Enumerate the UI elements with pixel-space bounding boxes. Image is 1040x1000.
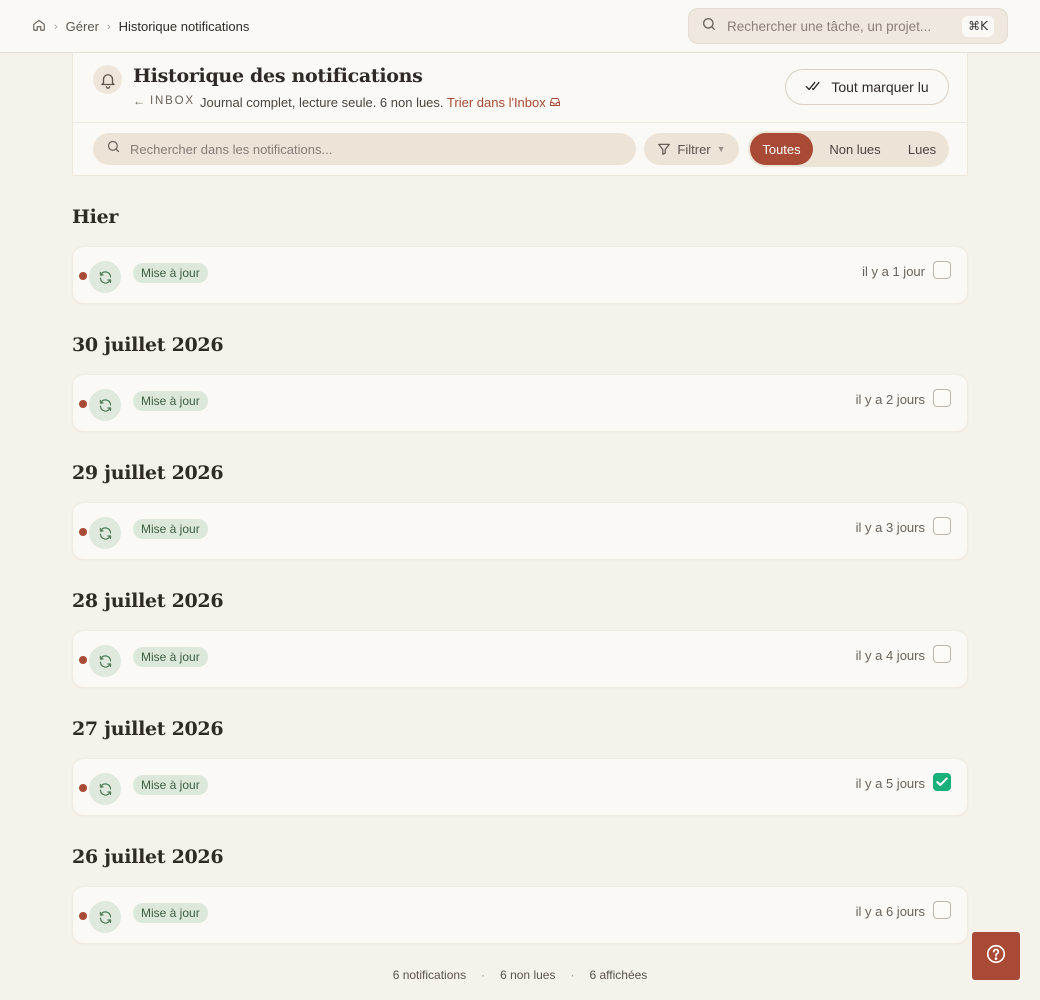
header-card: Historique des notifications ← INBOX Jou… bbox=[72, 53, 969, 176]
relative-time: il y a 3 jours bbox=[855, 520, 925, 535]
unread-dot bbox=[79, 656, 87, 664]
arrow-left-icon: ← bbox=[133, 94, 145, 108]
shown-count: 6 affichées bbox=[589, 968, 648, 982]
type-badge: Mise à jour bbox=[133, 647, 208, 667]
type-badge: Mise à jour bbox=[133, 519, 208, 539]
notification-row[interactable]: Mise à jour il y a 4 jours bbox=[72, 630, 968, 688]
group-title: Hier bbox=[72, 206, 119, 228]
notification-row[interactable]: Mise à jour il y a 5 jours bbox=[72, 758, 968, 816]
segment-read[interactable]: Lues bbox=[897, 133, 947, 165]
back-link-label: INBOX bbox=[150, 95, 195, 107]
filter-button[interactable]: Filtrer ▼ bbox=[644, 133, 739, 165]
top-bar: › Gérer › Historique notifications Reche… bbox=[0, 0, 1040, 53]
inbox-icon bbox=[549, 95, 561, 110]
relative-time: il y a 5 jours bbox=[855, 776, 925, 791]
type-badge: Mise à jour bbox=[133, 263, 208, 283]
summary-footer: 6 notifications · 6 non lues · 6 affiché… bbox=[392, 968, 648, 982]
shortcut-badge: ⌘K bbox=[962, 16, 994, 37]
back-to-inbox-link[interactable]: ← INBOX bbox=[133, 94, 195, 108]
total-count: 6 notifications bbox=[392, 968, 467, 982]
page-subtitle: Journal complet, lecture seule. 6 non lu… bbox=[200, 95, 561, 110]
chevron-right-icon: › bbox=[54, 20, 58, 33]
search-icon bbox=[106, 139, 121, 159]
notification-row[interactable]: Mise à jour il y a 6 jours bbox=[72, 886, 968, 944]
unread-dot bbox=[79, 528, 87, 536]
segment-unread[interactable]: Non lues bbox=[813, 133, 897, 165]
search-icon bbox=[701, 16, 717, 37]
refresh-icon bbox=[89, 773, 121, 805]
subtitle-text: Journal complet, lecture seule. 6 non lu… bbox=[200, 95, 444, 110]
filter-icon bbox=[657, 142, 677, 157]
relative-time: il y a 4 jours bbox=[855, 648, 925, 663]
refresh-icon bbox=[89, 389, 121, 421]
refresh-icon bbox=[89, 261, 121, 293]
chevron-down-icon: ▼ bbox=[716, 144, 726, 154]
refresh-icon bbox=[89, 517, 121, 549]
help-icon bbox=[985, 943, 1007, 970]
mark-all-read-button[interactable]: Tout marquer lu bbox=[785, 69, 949, 105]
group-title: 26 juillet 2026 bbox=[72, 846, 224, 868]
relative-time: il y a 2 jours bbox=[855, 392, 925, 407]
type-badge: Mise à jour bbox=[133, 775, 208, 795]
unread-dot bbox=[79, 784, 87, 792]
header-divider bbox=[73, 122, 969, 123]
unread-count: 6 non lues bbox=[500, 968, 556, 982]
select-checkbox[interactable] bbox=[933, 389, 951, 407]
group-title: 27 juillet 2026 bbox=[72, 718, 224, 740]
notification-search-input[interactable]: Rechercher dans les notifications... bbox=[93, 133, 636, 165]
select-checkbox-checked[interactable] bbox=[933, 773, 951, 791]
read-status-segmented-control: Toutes Non lues Lues bbox=[748, 131, 949, 167]
breadcrumb-current: Historique notifications bbox=[118, 19, 250, 34]
global-search-input[interactable]: Rechercher une tâche, un projet... ⌘K bbox=[688, 8, 1008, 44]
help-button[interactable] bbox=[972, 932, 1020, 980]
mark-all-read-label: Tout marquer lu bbox=[831, 79, 929, 95]
relative-time: il y a 1 jour bbox=[862, 264, 925, 279]
notification-row[interactable]: Mise à jour il y a 3 jours bbox=[72, 502, 968, 560]
notification-row[interactable]: Mise à jour il y a 2 jours bbox=[72, 374, 968, 432]
breadcrumb: › Gérer › Historique notifications bbox=[32, 18, 249, 35]
group-title: 28 juillet 2026 bbox=[72, 590, 224, 612]
unread-dot bbox=[79, 272, 87, 280]
segment-all[interactable]: Toutes bbox=[750, 133, 813, 165]
global-search-placeholder: Rechercher une tâche, un projet... bbox=[727, 18, 932, 34]
unread-dot bbox=[79, 912, 87, 920]
select-checkbox[interactable] bbox=[933, 261, 951, 279]
bell-icon bbox=[93, 65, 122, 94]
sort-in-inbox-link[interactable]: Trier dans l'Inbox bbox=[447, 95, 561, 110]
double-check-icon bbox=[805, 79, 831, 96]
type-badge: Mise à jour bbox=[133, 903, 208, 923]
chevron-right-icon: › bbox=[106, 20, 111, 33]
select-checkbox[interactable] bbox=[933, 901, 951, 919]
page-title: Historique des notifications bbox=[133, 65, 423, 87]
refresh-icon bbox=[89, 901, 121, 933]
notification-row[interactable]: Mise à jour il y a 1 jour bbox=[72, 246, 968, 304]
filter-label: Filtrer bbox=[677, 141, 711, 157]
unread-dot bbox=[79, 400, 87, 408]
group-title: 30 juillet 2026 bbox=[72, 334, 224, 356]
select-checkbox[interactable] bbox=[933, 645, 951, 663]
breadcrumb-item-gerer[interactable]: Gérer bbox=[66, 19, 99, 34]
select-checkbox[interactable] bbox=[933, 517, 951, 535]
refresh-icon bbox=[89, 645, 121, 677]
type-badge: Mise à jour bbox=[133, 391, 208, 411]
notification-search-placeholder: Rechercher dans les notifications... bbox=[130, 141, 333, 157]
home-icon[interactable] bbox=[32, 18, 46, 35]
group-title: 29 juillet 2026 bbox=[72, 462, 224, 484]
relative-time: il y a 6 jours bbox=[855, 904, 925, 919]
